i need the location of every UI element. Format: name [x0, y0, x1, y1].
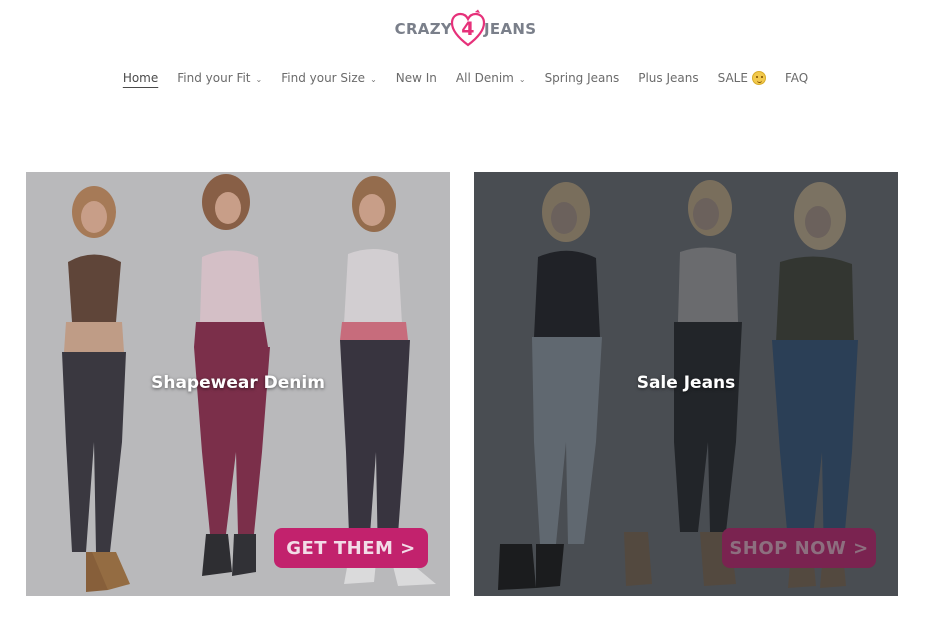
nav-item-faq[interactable]: FAQ: [775, 69, 817, 87]
nav-item-label: SALE: [717, 71, 748, 85]
get-them-button[interactable]: GET THEM >: [274, 528, 428, 568]
nav-item-spring-jeans[interactable]: Spring Jeans: [535, 69, 629, 87]
nav-item-all-denim[interactable]: All Denim ⌄: [446, 69, 535, 87]
nav-item-label: Spring Jeans: [544, 71, 620, 85]
chevron-down-icon: ⌄: [255, 74, 263, 84]
logo-number: 4: [461, 18, 475, 40]
logo-text-left: CRAZY: [394, 20, 453, 38]
nav-item-new-in[interactable]: New In: [386, 69, 446, 87]
collection-card-shapewear-denim[interactable]: Shapewear Denim GET THEM >: [26, 172, 450, 596]
logo-wordmark: CRAZY 4 JEANS: [395, 9, 537, 49]
nav-item-sale[interactable]: SALE: [708, 69, 775, 87]
chevron-down-icon: ⌄: [518, 74, 526, 84]
nav-item-label: FAQ: [784, 71, 809, 85]
main-navigation: Home Find your Fit ⌄ Find your Size ⌄ Ne…: [0, 69, 931, 87]
nav-item-find-your-size[interactable]: Find your Size ⌄: [272, 69, 387, 87]
nav-item-label: All Denim: [455, 71, 514, 85]
site-logo[interactable]: CRAZY 4 JEANS: [0, 6, 931, 52]
collection-title: Sale Jeans: [636, 373, 736, 393]
nav-item-plus-jeans[interactable]: Plus Jeans: [629, 69, 708, 87]
nav-item-label: New In: [395, 71, 437, 85]
heart-icon: 4: [450, 9, 486, 49]
nav-item-label: Home: [122, 71, 159, 85]
logo-text-right: JEANS: [484, 20, 537, 38]
collection-card-sale-jeans[interactable]: Sale Jeans SHOP NOW >: [474, 172, 898, 596]
shop-now-button[interactable]: SHOP NOW >: [722, 528, 876, 568]
nav-item-label: Find your Fit: [177, 71, 251, 85]
nav-item-home[interactable]: Home: [113, 69, 167, 87]
winking-face-icon: [751, 71, 766, 85]
nav-item-find-your-fit[interactable]: Find your Fit ⌄: [168, 69, 272, 87]
chevron-down-icon: ⌄: [370, 74, 377, 84]
nav-item-label: Plus Jeans: [638, 71, 699, 85]
nav-item-label: Find your Size: [281, 71, 366, 85]
collection-title: Shapewear Denim: [151, 373, 325, 393]
